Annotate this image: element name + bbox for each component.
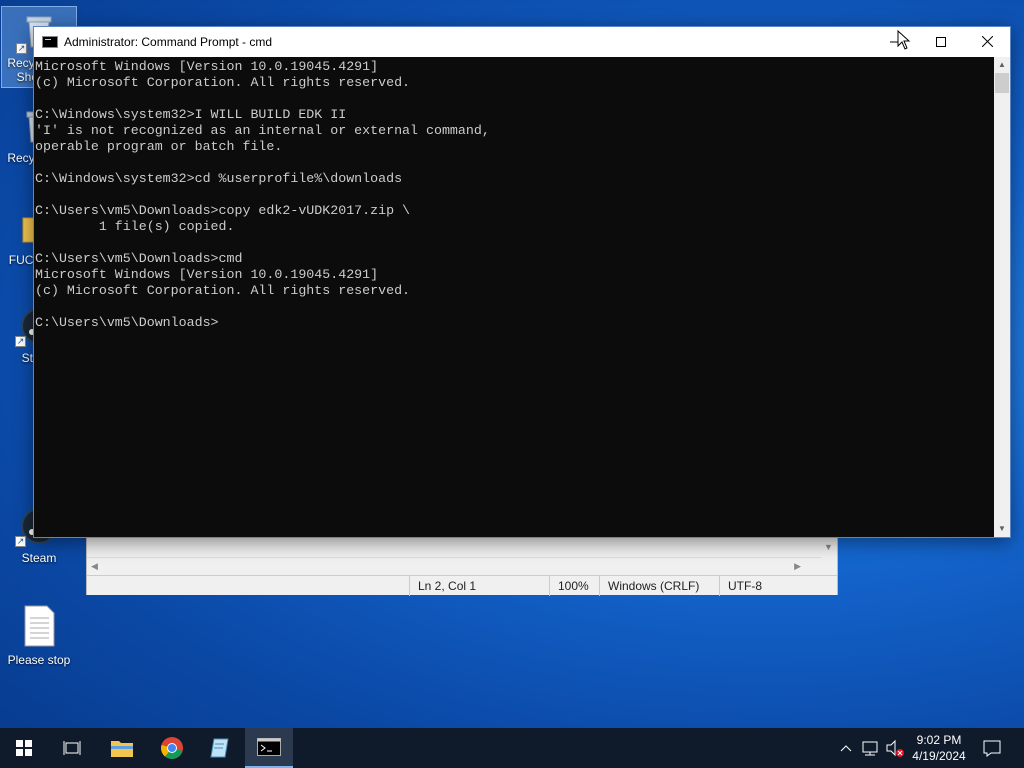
command-prompt-icon [257, 738, 281, 756]
chevron-up-icon [840, 745, 852, 752]
file-explorer-icon [111, 741, 133, 757]
encoding: UTF-8 [719, 576, 835, 596]
notepad-icon [210, 738, 229, 758]
horizontal-scrollbar[interactable]: ◀ ▶ [87, 557, 821, 574]
task-view-icon [63, 741, 81, 755]
scroll-down-arrow-icon[interactable]: ▼ [820, 537, 837, 557]
scroll-down-arrow-icon[interactable]: ▼ [994, 521, 1010, 537]
file-explorer-button[interactable] [98, 728, 146, 768]
notepad-button[interactable] [196, 728, 244, 768]
chrome-icon [161, 737, 183, 759]
mouse-cursor-icon [897, 30, 911, 50]
notepad-window[interactable]: ▼ ◀ ▶ Ln 2, Col 1 100% Windows (CRLF) UT… [86, 536, 838, 596]
text-file-icon [24, 605, 55, 647]
volume-muted-icon [886, 739, 904, 757]
shortcut-arrow-icon: ↗ [16, 43, 27, 54]
show-hidden-icons-button[interactable] [836, 728, 856, 768]
volume-button[interactable] [884, 728, 906, 768]
zoom-level: 100% [549, 576, 599, 596]
desktop-icon-text-file[interactable]: Please stop [1, 604, 77, 667]
maximize-icon [936, 37, 946, 47]
vertical-scrollbar[interactable]: ▲ ▼ [994, 57, 1010, 537]
console-line: C:\Windows\system32>I WILL BUILD EDK II [35, 107, 347, 122]
notepad-status-bar: Ln 2, Col 1 100% Windows (CRLF) UTF-8 [87, 575, 837, 596]
action-center-button[interactable] [978, 728, 1006, 768]
clock-date: 4/19/2024 [912, 749, 966, 763]
taskbar-clock[interactable]: 9:02 PM 4/19/2024 [906, 732, 972, 764]
console-line: (c) Microsoft Corporation. All rights re… [35, 75, 411, 90]
console-line: (c) Microsoft Corporation. All rights re… [35, 283, 411, 298]
console-line: operable program or batch file. [35, 139, 283, 154]
console-line: C:\Windows\system32>cd %userprofile%\dow… [35, 171, 403, 186]
scroll-right-arrow-icon[interactable]: ▶ [794, 561, 801, 572]
title-bar[interactable]: Administrator: Command Prompt - cmd [34, 27, 1010, 57]
console-line: C:\Users\vm5\Downloads> [35, 315, 219, 330]
network-icon [862, 741, 878, 756]
console-line: 1 file(s) copied. [35, 219, 235, 234]
close-icon [981, 35, 993, 48]
taskbar: 9:02 PM 4/19/2024 [0, 728, 1024, 768]
shortcut-arrow-icon: ↗ [15, 536, 26, 547]
start-button[interactable] [0, 728, 48, 768]
close-button[interactable] [964, 27, 1010, 57]
shortcut-arrow-icon: ↗ [15, 336, 26, 347]
windows-start-icon [16, 740, 32, 756]
command-prompt-taskbar-button[interactable] [245, 728, 293, 768]
console-line: C:\Users\vm5\Downloads>cmd [35, 251, 243, 266]
scroll-up-arrow-icon[interactable]: ▲ [994, 57, 1010, 73]
command-prompt-window[interactable]: Administrator: Command Prompt - cmd Micr… [33, 26, 1011, 538]
scrollbar-thumb[interactable] [995, 73, 1009, 93]
maximize-button[interactable] [918, 27, 964, 57]
notification-icon [983, 740, 1001, 757]
cursor-position: Ln 2, Col 1 [409, 576, 549, 596]
console-line: Microsoft Windows [Version 10.0.19045.42… [35, 59, 379, 74]
line-endings: Windows (CRLF) [599, 576, 719, 596]
clock-time: 9:02 PM [916, 733, 962, 747]
desktop-icon-label: Steam [21, 551, 57, 565]
minimize-button[interactable] [872, 27, 918, 57]
chrome-button[interactable] [148, 728, 196, 768]
console-line: C:\Users\vm5\Downloads>copy edk2-vUDK201… [35, 203, 411, 218]
desktop-icon-label: Please stop [7, 653, 71, 667]
console-line: Microsoft Windows [Version 10.0.19045.42… [35, 267, 379, 282]
console-output[interactable]: Microsoft Windows [Version 10.0.19045.42… [34, 57, 994, 537]
scroll-left-arrow-icon[interactable]: ◀ [91, 561, 98, 572]
network-button[interactable] [860, 728, 882, 768]
window-title: Administrator: Command Prompt - cmd [64, 35, 273, 49]
command-prompt-icon [42, 36, 58, 48]
task-view-button[interactable] [48, 728, 96, 768]
console-line: 'I' is not recognized as an internal or … [35, 123, 490, 138]
